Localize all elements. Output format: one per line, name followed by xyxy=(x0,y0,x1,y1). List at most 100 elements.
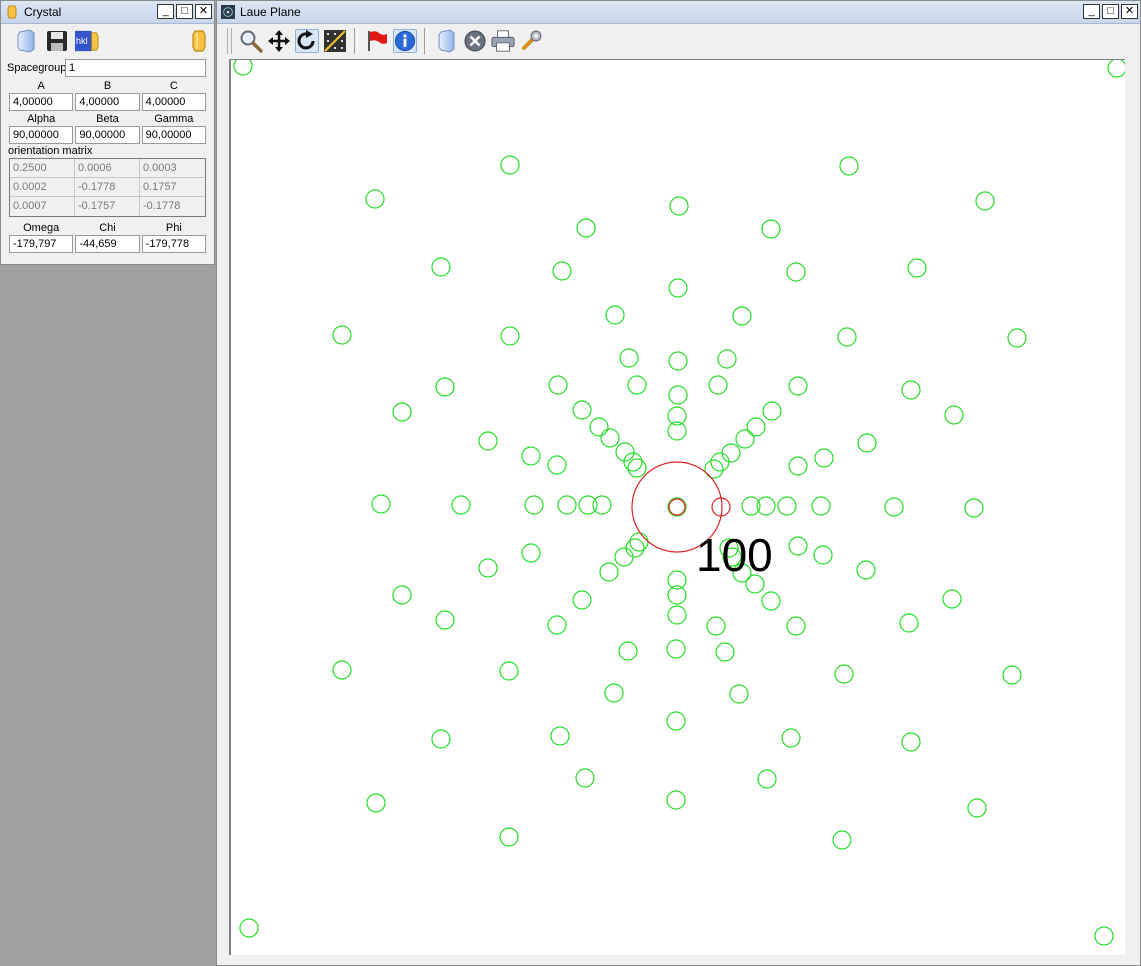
laue-spot[interactable] xyxy=(625,538,645,558)
clear-icon[interactable] xyxy=(463,29,487,53)
laue-spot[interactable] xyxy=(967,798,987,818)
laue-spot[interactable] xyxy=(1002,665,1022,685)
laue-spot[interactable] xyxy=(572,400,592,420)
laue-spot[interactable] xyxy=(431,257,451,277)
laue-spot[interactable] xyxy=(669,196,689,216)
laue-spot[interactable] xyxy=(547,615,567,635)
laue-spot[interactable] xyxy=(589,417,609,437)
laue-spot[interactable] xyxy=(834,664,854,684)
laue-spot[interactable] xyxy=(599,562,619,582)
laue-spot[interactable] xyxy=(619,348,639,368)
laue-spot[interactable] xyxy=(667,497,687,517)
crystal-icon[interactable] xyxy=(187,29,211,53)
print-icon[interactable] xyxy=(491,29,515,53)
laue-spot[interactable] xyxy=(605,305,625,325)
laue-spot[interactable] xyxy=(761,591,781,611)
laue-spot[interactable] xyxy=(757,769,777,789)
laue-spot[interactable] xyxy=(500,155,520,175)
laue-spot[interactable] xyxy=(575,768,595,788)
laue-spot[interactable] xyxy=(431,729,451,749)
laue-spot[interactable] xyxy=(837,327,857,347)
laue-spot[interactable] xyxy=(629,532,649,552)
laue-spot[interactable] xyxy=(618,641,638,661)
laue-spot[interactable] xyxy=(451,495,471,515)
laue-spot[interactable] xyxy=(1107,60,1125,78)
alpha-input[interactable]: 90,00000 xyxy=(9,126,74,144)
laue-spot[interactable] xyxy=(762,401,782,421)
laue-spot[interactable] xyxy=(332,325,352,345)
laue-spot[interactable] xyxy=(627,375,647,395)
laue-spot[interactable] xyxy=(942,589,962,609)
laue-spot[interactable] xyxy=(666,711,686,731)
laue-spot[interactable] xyxy=(814,448,834,468)
laue-spot[interactable] xyxy=(435,377,455,397)
hkl-icon[interactable]: hkl xyxy=(75,29,99,53)
flag-icon[interactable] xyxy=(365,29,389,53)
laue-spot[interactable] xyxy=(547,455,567,475)
chi-input[interactable]: -44,659 xyxy=(75,235,140,253)
laue-spot[interactable] xyxy=(832,830,852,850)
crystal-icon[interactable] xyxy=(435,29,459,53)
laue-spot[interactable] xyxy=(907,258,927,278)
laue-spot[interactable] xyxy=(332,660,352,680)
laue-spot[interactable] xyxy=(975,191,995,211)
laue-spot[interactable] xyxy=(761,219,781,239)
spacegroup-input[interactable]: 1 xyxy=(65,59,206,77)
settings-icon[interactable] xyxy=(519,29,543,53)
laue-spot[interactable] xyxy=(717,349,737,369)
laue-spot[interactable] xyxy=(668,385,688,405)
laue-spot[interactable] xyxy=(944,405,964,425)
crystal-open-icon[interactable] xyxy=(15,29,39,53)
laue-spot[interactable] xyxy=(600,428,620,448)
close-button[interactable]: ✕ xyxy=(195,4,212,19)
laue-spot[interactable] xyxy=(899,613,919,633)
pan-icon[interactable] xyxy=(267,29,291,53)
laue-spot[interactable] xyxy=(788,536,808,556)
laue-spot[interactable] xyxy=(666,639,686,659)
lattice-a-input[interactable]: 4,00000 xyxy=(9,93,74,111)
laue-spot[interactable] xyxy=(500,326,520,346)
laue-spot[interactable] xyxy=(435,610,455,630)
beta-input[interactable]: 90,00000 xyxy=(75,126,140,144)
laue-spot[interactable] xyxy=(557,495,577,515)
laue-spot[interactable] xyxy=(668,278,688,298)
info-icon[interactable] xyxy=(393,29,417,53)
laue-spot[interactable] xyxy=(781,728,801,748)
zoom-icon[interactable] xyxy=(239,29,263,53)
minimize-button[interactable]: _ xyxy=(1083,4,1100,19)
laue-spot[interactable] xyxy=(715,642,735,662)
laue-spot[interactable] xyxy=(576,218,596,238)
lattice-b-input[interactable]: 4,00000 xyxy=(75,93,140,111)
laue-titlebar[interactable]: Laue Plane _ □ ✕ xyxy=(217,1,1140,24)
laue-spot[interactable] xyxy=(627,458,647,478)
laue-spot[interactable] xyxy=(901,732,921,752)
laue-spot[interactable] xyxy=(614,547,634,567)
laue-spot[interactable] xyxy=(478,431,498,451)
laue-spot[interactable] xyxy=(901,380,921,400)
laue-spot[interactable] xyxy=(708,375,728,395)
laue-spot[interactable] xyxy=(857,433,877,453)
phi-input[interactable]: -179,778 xyxy=(141,235,206,253)
laue-spot[interactable] xyxy=(371,494,391,514)
laue-spot[interactable] xyxy=(813,545,833,565)
laue-spot[interactable] xyxy=(233,60,253,76)
laue-spot[interactable] xyxy=(735,429,755,449)
maximize-button[interactable]: □ xyxy=(176,4,193,19)
laue-spot[interactable] xyxy=(521,543,541,563)
minimize-button[interactable]: _ xyxy=(157,4,174,19)
crystal-titlebar[interactable]: Crystal _ □ ✕ xyxy=(1,1,214,24)
close-button[interactable]: ✕ xyxy=(1121,4,1138,19)
rotate-icon[interactable] xyxy=(295,29,319,53)
laue-spot[interactable] xyxy=(884,497,904,517)
laue-spot[interactable] xyxy=(777,496,797,516)
save-icon[interactable] xyxy=(45,29,69,53)
laue-spot[interactable] xyxy=(788,456,808,476)
laue-spot[interactable] xyxy=(550,726,570,746)
laue-spot[interactable] xyxy=(786,616,806,636)
laue-spot[interactable] xyxy=(392,585,412,605)
laue-spot[interactable] xyxy=(721,443,741,463)
laue-spot[interactable] xyxy=(592,495,612,515)
laue-spot[interactable] xyxy=(1094,926,1114,946)
laue-spot[interactable] xyxy=(499,827,519,847)
laue-spot[interactable] xyxy=(392,402,412,422)
